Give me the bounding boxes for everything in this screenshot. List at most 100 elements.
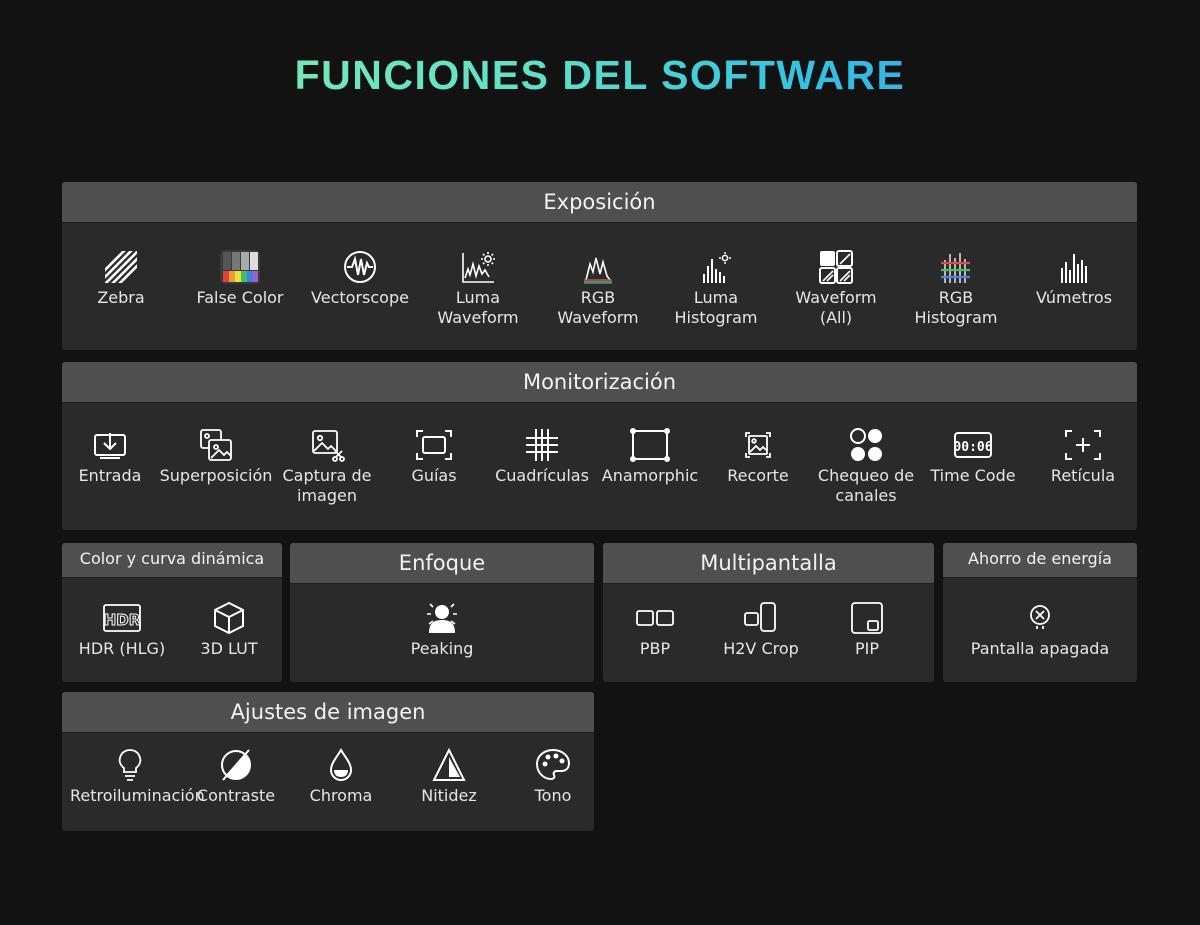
- color-header: Color y curva dinámica: [62, 543, 282, 578]
- feature-timecode: 00:06 Time Code: [913, 428, 1033, 486]
- input-icon: [90, 428, 130, 462]
- feature-label-line2: Histogram: [914, 308, 998, 327]
- feature-label: Vúmetros: [1035, 288, 1113, 307]
- false-color-icon: [220, 250, 260, 284]
- feature-label: Captura de: [282, 466, 372, 485]
- waveform-all-icon: [816, 250, 856, 284]
- feature-vectorscope: Vectorscope: [300, 250, 420, 308]
- hue-palette-icon: [533, 748, 573, 782]
- feature-label-line2: (All): [819, 308, 853, 327]
- feature-hdr: HDR HDR (HLG): [62, 601, 182, 659]
- feature-label: Anamorphic: [601, 466, 699, 485]
- exposicion-header: Exposición: [62, 182, 1137, 223]
- capture-icon: [307, 428, 347, 462]
- monitorizacion-header: Monitorización: [62, 362, 1137, 403]
- feature-label: Superposición: [159, 466, 273, 485]
- backlight-icon: [110, 748, 150, 782]
- feature-label: Vectorscope: [311, 288, 409, 307]
- feature-label: Retícula: [1050, 466, 1116, 485]
- feature-pbp: PBP: [603, 601, 715, 659]
- feature-label: Zebra: [97, 288, 145, 307]
- feature-label: Recorte: [727, 466, 789, 485]
- overlay-icon: [196, 428, 236, 462]
- svg-text:HDR: HDR: [104, 611, 141, 629]
- feature-label-line2: Waveform: [437, 308, 519, 327]
- feature-label: Cuadrículas: [495, 466, 589, 485]
- screen-off-icon: [1020, 601, 1060, 635]
- feature-label: False Color: [196, 288, 284, 307]
- timecode-icon: 00:06: [953, 428, 993, 462]
- color-panel: Color y curva dinámica HDR HDR (HLG) 3D …: [62, 543, 282, 682]
- feature-label: PBP: [639, 639, 671, 658]
- feature-label-line2: imagen: [297, 486, 357, 505]
- contrast-icon: [216, 748, 256, 782]
- pbp-icon: [635, 601, 675, 635]
- ahorro-panel: Ahorro de energía Pantalla apagada: [943, 543, 1137, 682]
- enfoque-panel: Enfoque Peaking: [290, 543, 594, 682]
- feature-reticula: Retícula: [1023, 428, 1137, 486]
- reticle-icon: [1063, 428, 1103, 462]
- feature-label-line2: Histogram: [674, 308, 758, 327]
- feature-label: Tono: [534, 786, 572, 805]
- multipantalla-header: Multipantalla: [603, 543, 934, 584]
- channel-check-icon: [846, 428, 886, 462]
- feature-rgb-histogram: RGB Histogram: [896, 250, 1016, 328]
- hdr-icon: HDR: [102, 601, 142, 635]
- feature-3d-lut: 3D LUT: [169, 601, 282, 659]
- feature-pip: PIP: [807, 601, 927, 659]
- feature-h2v-crop: H2V Crop: [701, 601, 821, 659]
- ajustes-header: Ajustes de imagen: [62, 692, 594, 733]
- vu-meter-icon: [1054, 250, 1094, 284]
- feature-label: 3D LUT: [200, 639, 258, 658]
- chroma-icon: [321, 748, 361, 782]
- feature-waveform-all: Waveform (All): [776, 250, 896, 328]
- feature-guias: Guías: [374, 428, 494, 486]
- zebra-icon: [101, 250, 141, 284]
- multipantalla-panel: Multipantalla PBP H2V Crop PIP: [603, 543, 934, 682]
- feature-label: Contraste: [196, 786, 276, 805]
- feature-tono: Tono: [493, 748, 594, 806]
- feature-label: HDR (HLG): [78, 639, 166, 658]
- feature-anamorphic: Anamorphic: [590, 428, 710, 486]
- feature-label: Chroma: [309, 786, 373, 805]
- enfoque-header: Enfoque: [290, 543, 594, 584]
- feature-label: RGB: [580, 288, 616, 307]
- feature-label: Guías: [411, 466, 457, 485]
- feature-vumetros: Vúmetros: [1014, 250, 1134, 308]
- svg-text:00:06: 00:06: [953, 440, 992, 455]
- exposicion-panel: Exposición Zebra False Color Vectorscope…: [62, 182, 1137, 350]
- feature-nitidez: Nitidez: [389, 748, 509, 806]
- feature-luma-histogram: Luma Histogram: [656, 250, 776, 328]
- ahorro-header: Ahorro de energía: [943, 543, 1137, 578]
- ajustes-panel: Ajustes de imagen Retroiluminación Contr…: [62, 692, 594, 831]
- sharpness-icon: [429, 748, 469, 782]
- feature-captura: Captura de imagen: [267, 428, 387, 506]
- feature-entrada: Entrada: [62, 428, 170, 486]
- feature-label: PIP: [854, 639, 879, 658]
- rgb-histogram-icon: [936, 250, 976, 284]
- luma-histogram-icon: [696, 250, 736, 284]
- feature-contraste: Contraste: [176, 748, 296, 806]
- feature-label: H2V Crop: [723, 639, 799, 658]
- vectorscope-icon: [340, 250, 380, 284]
- feature-label: Luma: [455, 288, 501, 307]
- feature-label: Pantalla apagada: [970, 639, 1110, 658]
- feature-label: RGB: [938, 288, 974, 307]
- rgb-waveform-icon: [578, 250, 618, 284]
- feature-false-color: False Color: [180, 250, 300, 308]
- feature-zebra: Zebra: [62, 250, 180, 308]
- feature-superposicion: Superposición: [156, 428, 276, 486]
- feature-peaking: Peaking: [382, 601, 502, 659]
- grid-icon: [522, 428, 562, 462]
- feature-label: Peaking: [410, 639, 474, 658]
- feature-label: Luma: [693, 288, 739, 307]
- pip-icon: [847, 601, 887, 635]
- feature-label: Waveform: [795, 288, 877, 307]
- page-title: FUNCIONES DEL SOFTWARE: [0, 52, 1200, 99]
- feature-pantalla-apagada: Pantalla apagada: [943, 601, 1137, 659]
- luma-waveform-icon: [458, 250, 498, 284]
- feature-recorte: Recorte: [698, 428, 818, 486]
- feature-label: Nitidez: [421, 786, 477, 805]
- feature-label-line2: canales: [835, 486, 897, 505]
- feature-luma-waveform: Luma Waveform: [418, 250, 538, 328]
